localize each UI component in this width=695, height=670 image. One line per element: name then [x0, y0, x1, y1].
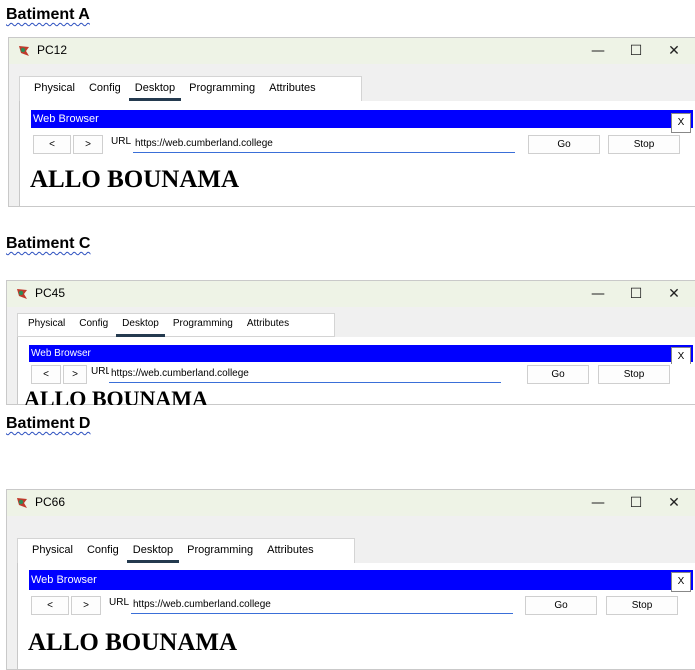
- browser-nav-row: < > URL https://web.cumberland.college G…: [29, 364, 693, 384]
- title-bar[interactable]: PC45 — ☐ ✕: [7, 281, 695, 307]
- minimize-button[interactable]: —: [583, 40, 613, 62]
- web-page-content: ALLO BOUNAMA: [30, 166, 240, 193]
- app-icon: [17, 289, 27, 299]
- title-bar[interactable]: PC66 — ☐ ✕: [7, 490, 695, 516]
- tab-bar: Physical Config Desktop Programming Attr…: [17, 313, 335, 337]
- stop-button[interactable]: Stop: [598, 365, 670, 384]
- browser-title: Web Browser: [33, 113, 99, 125]
- forward-button[interactable]: >: [71, 596, 101, 615]
- title-bar[interactable]: PC12 — ☐ ✕: [9, 38, 695, 64]
- tab-desktop[interactable]: Desktop: [116, 313, 165, 337]
- tab-attributes[interactable]: Attributes: [247, 313, 289, 337]
- pc-window-d: PC66 — ☐ ✕ Physical Config Desktop Progr…: [6, 475, 695, 670]
- web-page-content: ALLO BOUNAMA: [28, 629, 238, 656]
- tab-desktop[interactable]: Desktop: [126, 539, 180, 563]
- desktop-content: Web Browser X < > URL https://web.cumber…: [17, 563, 695, 669]
- app-icon: [17, 498, 27, 508]
- browser-close-button[interactable]: X: [671, 113, 691, 133]
- close-button[interactable]: ✕: [659, 40, 689, 62]
- close-button[interactable]: ✕: [659, 492, 689, 514]
- stop-button[interactable]: Stop: [608, 135, 680, 154]
- browser-title: Web Browser: [31, 574, 97, 586]
- url-input[interactable]: https://web.cumberland.college: [133, 135, 515, 153]
- maximize-button[interactable]: ☐: [621, 40, 651, 62]
- tab-physical[interactable]: Physical: [28, 313, 65, 337]
- stop-button[interactable]: Stop: [606, 596, 678, 615]
- minimize-button[interactable]: —: [583, 492, 613, 514]
- browser-title-bar: Web Browser X: [29, 345, 693, 367]
- browser-title-bar: Web Browser X: [31, 110, 693, 133]
- close-button[interactable]: ✕: [659, 283, 689, 305]
- url-input[interactable]: https://web.cumberland.college: [109, 365, 501, 383]
- back-button[interactable]: <: [31, 596, 69, 615]
- tab-config[interactable]: Config: [87, 539, 119, 563]
- tab-programming[interactable]: Programming: [187, 539, 253, 563]
- tab-programming[interactable]: Programming: [173, 313, 233, 337]
- web-page-content: ALLO BOUNAMA: [24, 386, 208, 405]
- tab-programming[interactable]: Programming: [189, 77, 255, 101]
- url-label: URL: [109, 597, 130, 608]
- forward-button[interactable]: >: [63, 365, 87, 384]
- go-button[interactable]: Go: [525, 596, 597, 615]
- browser-close-button[interactable]: X: [671, 572, 691, 592]
- go-button[interactable]: Go: [527, 365, 589, 384]
- forward-button[interactable]: >: [73, 135, 103, 154]
- section-heading: Batiment C: [6, 235, 91, 252]
- section-heading: Batiment A: [6, 6, 90, 23]
- back-button[interactable]: <: [31, 365, 61, 384]
- tab-bar: Physical Config Desktop Programming Attr…: [17, 538, 355, 564]
- browser-title-bar: Web Browser X: [29, 570, 693, 592]
- tab-attributes[interactable]: Attributes: [267, 539, 313, 563]
- pc-window-c: PC45 — ☐ ✕ Physical Config Desktop Progr…: [6, 270, 695, 405]
- tab-desktop[interactable]: Desktop: [128, 77, 182, 101]
- url-label: URL: [111, 136, 132, 147]
- browser-nav-row: < > URL https://web.cumberland.college G…: [29, 595, 693, 615]
- window-title: PC66: [35, 495, 66, 509]
- window-title: PC12: [37, 43, 68, 57]
- browser-nav-row: < > URL https://web.cumberland.college G…: [31, 134, 693, 154]
- url-input[interactable]: https://web.cumberland.college: [131, 596, 513, 614]
- pc-window-a: PC12 — ☐ ✕ Physical Config Desktop Progr…: [8, 37, 695, 207]
- url-label: URL: [91, 366, 112, 377]
- window-title: PC45: [35, 286, 66, 300]
- tab-config[interactable]: Config: [89, 77, 121, 101]
- desktop-content: Web Browser X < > URL https://web.cumber…: [17, 337, 695, 405]
- tab-bar: Physical Config Desktop Programming Attr…: [19, 76, 362, 102]
- browser-title: Web Browser: [31, 348, 91, 359]
- desktop-content: Web Browser X < > URL https://web.cumber…: [19, 101, 695, 206]
- go-button[interactable]: Go: [528, 135, 600, 154]
- tab-attributes[interactable]: Attributes: [269, 77, 315, 101]
- minimize-button[interactable]: —: [583, 283, 613, 305]
- app-icon: [19, 46, 29, 56]
- section-heading: Batiment D: [6, 415, 91, 432]
- tab-config[interactable]: Config: [79, 313, 108, 337]
- maximize-button[interactable]: ☐: [621, 492, 651, 514]
- maximize-button[interactable]: ☐: [621, 283, 651, 305]
- tab-physical[interactable]: Physical: [34, 77, 75, 101]
- tab-physical[interactable]: Physical: [32, 539, 73, 563]
- back-button[interactable]: <: [33, 135, 71, 154]
